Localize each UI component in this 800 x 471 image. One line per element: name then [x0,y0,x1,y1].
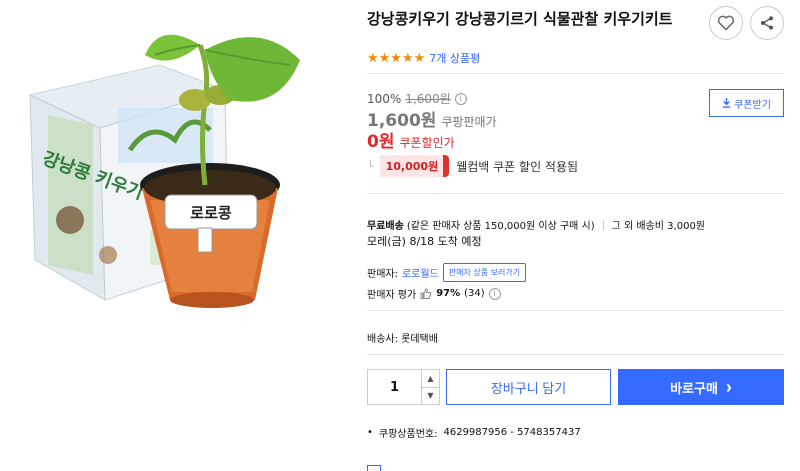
cashback-row: └ 10,000원 웰컴백 쿠폰 할인 적용됨 [367,155,578,177]
delivery-carrier: 배송사: 롯데택배 [367,334,438,345]
original-price: 1,600원 [405,92,451,106]
buy-now-button[interactable]: 바로구매 › [618,369,784,405]
seller-rating-label: 판매자 평가 [367,290,417,301]
coupon-button-label: 쿠폰받기 [734,99,771,111]
bullet-icon: • [367,427,373,438]
add-to-cart-button[interactable]: 장바구니 담기 [446,369,611,405]
divider [367,310,784,311]
other-shipping-fee: 그 외 배송비 3,000원 [611,221,706,232]
chevron-up-icon[interactable]: ▲ [422,370,439,388]
product-title: 강낭콩키우기 강낭콩기르기 식물관찰 키우기키트 [367,10,673,28]
buy-now-label: 바로구매 [670,380,718,396]
cashback-badge: 10,000원 [379,155,449,177]
seller-label: 판매자: [367,269,398,280]
seller-rating-count: (34) [464,288,485,299]
info-icon[interactable]: i [488,287,501,300]
chevron-down-icon[interactable]: ▼ [422,388,439,405]
divider [367,354,784,355]
corner-icon: └ [367,159,374,173]
review-count-link[interactable]: 7개 상품평 [429,50,480,66]
seller-rating-percent: 97% [436,288,461,299]
quantity-stepper[interactable]: 1 ▲ ▼ [367,369,440,405]
wishlist-button[interactable] [709,6,743,40]
product-image[interactable]: 강낭콩 키우기 로로콩 [0,0,355,471]
thumbs-up-icon [420,288,432,299]
seller-rating-row: 판매자 평가 97% (34) i [367,286,501,301]
plant-label-text: 로로콩 [190,204,232,222]
share-button[interactable] [750,6,784,40]
original-price-row: 100% 1,600원 i [367,90,467,107]
cashback-text: 웰컴백 쿠폰 할인 적용됨 [456,159,579,174]
quantity-input[interactable]: 1 [368,370,422,404]
seller-name-link[interactable]: 로로월드 [402,265,439,280]
divider [367,73,784,74]
free-shipping-condition: (같은 판매자 상품 150,000원 이상 구매 시) [406,221,595,232]
title-actions [709,6,784,40]
info-icon[interactable]: i [454,92,467,105]
coupon-price-row: 0원 쿠폰할인가 [367,127,455,152]
coupon-price-label: 쿠폰할인가 [399,136,455,150]
discount-rate: 100% [367,91,402,106]
chevron-right-icon: › [725,377,732,397]
quantity-arrows: ▲ ▼ [422,370,439,404]
product-page: 강낭콩 키우기 로로콩 강낭콩키우기 강낭콩기르기 식물관찰 키우기키트 ★★★… [0,0,800,471]
separator [602,219,604,230]
coupon-price: 0원 [367,132,395,152]
seller-row: 판매자: 로로월드 판매자 상품 보러가기 [367,263,527,282]
product-number-label: 쿠팡상품번호: [378,429,438,440]
rating-row[interactable]: ★★★★★ 7개 상품평 [367,50,480,66]
rating-stars: ★★★★★ [367,50,426,66]
coupon-download-button[interactable]: 쿠폰받기 [709,89,784,117]
heart-icon [717,15,735,31]
product-photo-illustration: 강낭콩 키우기 로로콩 [28,34,300,308]
product-number-value: 4629987956 - 5748357437 [443,427,581,438]
cutoff-content [367,463,527,471]
download-icon [722,98,731,108]
checkbox-icon [367,465,381,471]
divider [367,193,784,194]
seller-products-button[interactable]: 판매자 상품 보러가기 [442,263,527,282]
product-number-row: • 쿠팡상품번호: 4629987956 - 5748357437 [367,425,581,440]
arrival-date: 모레(금) 8/18 도착 예정 [367,235,482,248]
product-info-panel: 강낭콩키우기 강낭콩기르기 식물관찰 키우기키트 ★★★★★ 7개 상품평 10… [367,0,800,471]
share-icon [761,16,773,30]
free-shipping-label: 무료배송 [367,221,404,232]
shipping-info: 무료배송 (같은 판매자 상품 150,000원 이상 구매 시) 그 외 배송… [367,217,705,232]
